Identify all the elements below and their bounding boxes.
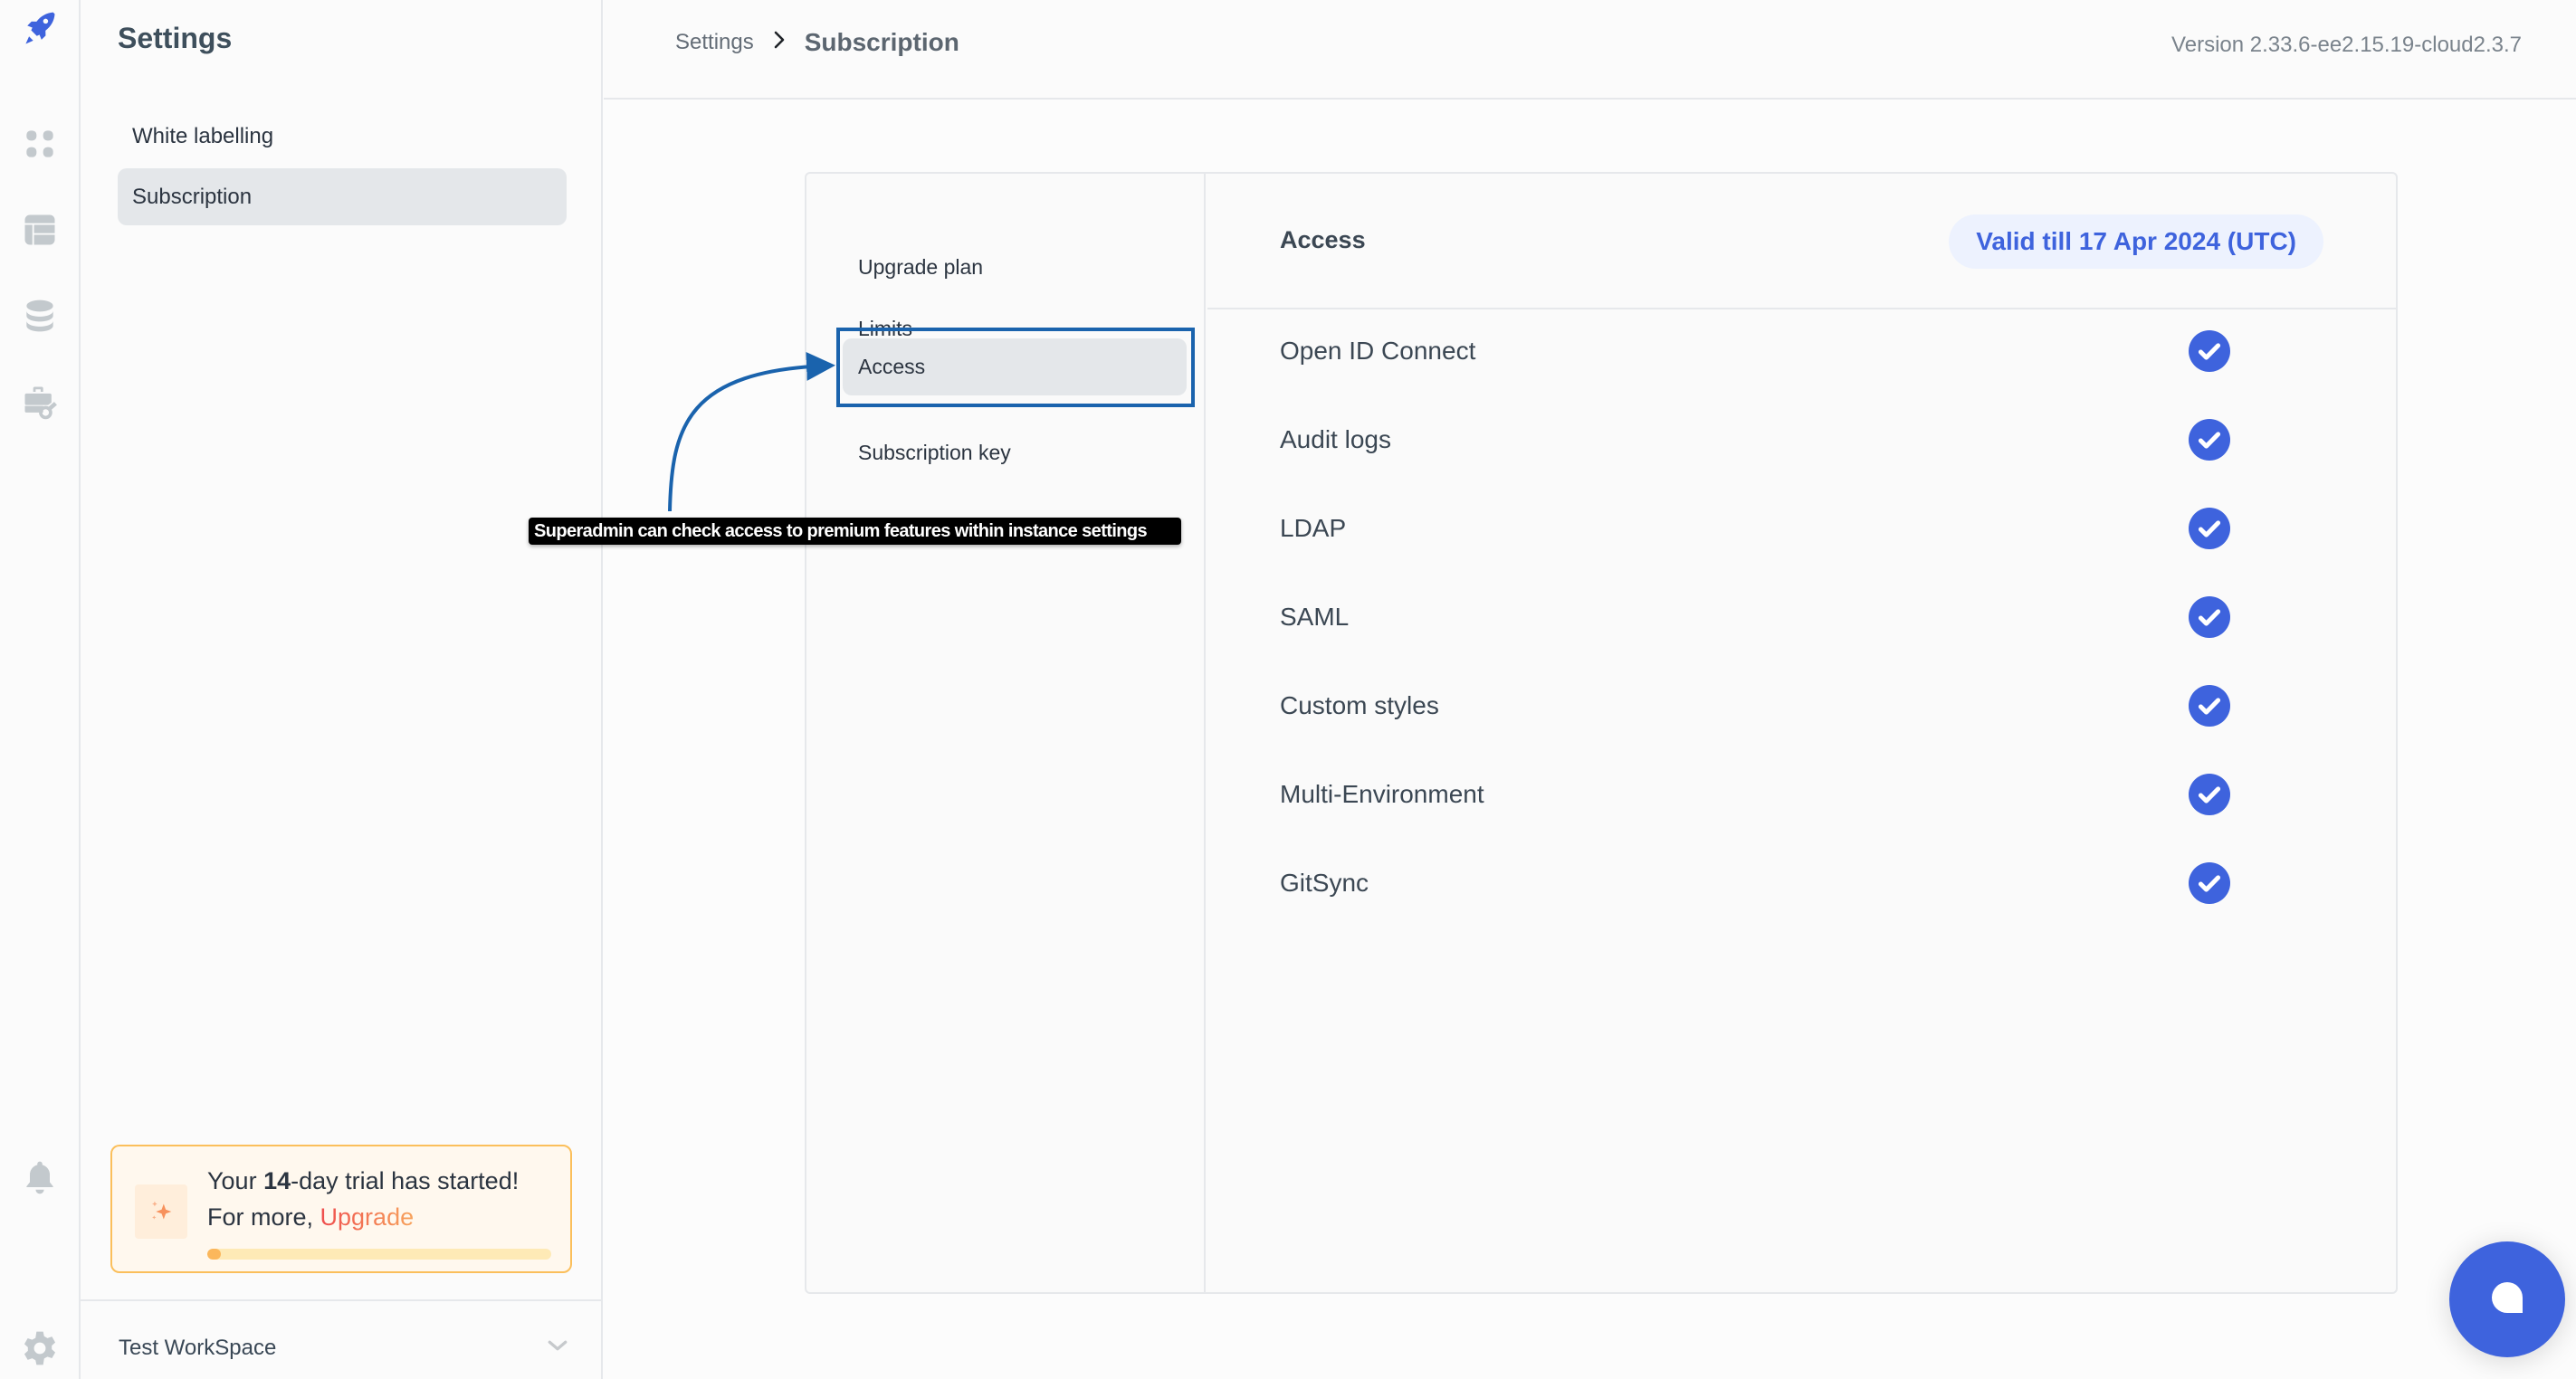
feature-row: Open ID Connect xyxy=(1280,324,2230,378)
trial-banner: Your 14-day trial has started! For more,… xyxy=(110,1145,572,1273)
check-circle-icon xyxy=(2189,330,2230,372)
version-label: Version 2.33.6-ee2.15.19-cloud2.3.7 xyxy=(2171,33,2522,57)
workspace-name: Test WorkSpace xyxy=(119,1336,277,1360)
trial-progress-bar xyxy=(207,1249,551,1260)
annotation-highlight-box xyxy=(836,328,1195,407)
trial-line2: For more, xyxy=(207,1203,320,1231)
feature-name: Custom styles xyxy=(1280,691,1439,719)
feature-row: SAML xyxy=(1280,590,2230,644)
icon-rail xyxy=(0,0,81,1379)
trial-days: 14 xyxy=(263,1167,291,1194)
chat-button[interactable] xyxy=(2449,1241,2565,1357)
trial-progress-fill xyxy=(207,1249,222,1260)
check-circle-icon xyxy=(2189,508,2230,549)
sidebar-item-white-labelling[interactable]: White labelling xyxy=(118,108,567,165)
feature-name: SAML xyxy=(1280,603,1350,631)
breadcrumb: Settings Subscription xyxy=(675,27,959,57)
subscription-subnav: Upgrade plan Limits Access Subscription … xyxy=(806,174,1206,1292)
settings-sidebar: Settings White labelling Subscription Yo… xyxy=(81,0,603,1379)
apps-grid-icon[interactable] xyxy=(18,122,62,166)
check-circle-icon xyxy=(2189,774,2230,815)
divider xyxy=(81,1299,603,1301)
sidebar-title: Settings xyxy=(118,22,233,54)
sparkles-icon xyxy=(135,1184,187,1239)
access-title: Access xyxy=(1280,226,1366,253)
trial-suffix: -day trial has started! xyxy=(291,1167,520,1194)
feature-row: Audit logs xyxy=(1280,413,2230,467)
workspace-selector[interactable]: Test WorkSpace xyxy=(119,1330,571,1366)
feature-row: LDAP xyxy=(1280,501,2230,556)
rocket-icon[interactable] xyxy=(18,7,62,51)
trial-prefix: Your xyxy=(207,1167,264,1194)
chevron-down-icon xyxy=(544,1332,571,1365)
check-circle-icon xyxy=(2189,862,2230,904)
trial-message: Your 14-day trial has started! For more,… xyxy=(207,1163,519,1235)
workflow-key-icon[interactable] xyxy=(18,380,62,423)
chat-bubble-icon xyxy=(2485,1276,2529,1324)
check-circle-icon xyxy=(2189,685,2230,727)
bell-icon[interactable] xyxy=(18,1156,62,1199)
sidebar-item-label: White labelling xyxy=(132,123,274,148)
database-icon[interactable] xyxy=(18,294,62,338)
gear-icon[interactable] xyxy=(18,1327,62,1370)
subnav-subscription-key[interactable]: Subscription key xyxy=(843,424,1187,481)
sidebar-item-label: Subscription xyxy=(132,184,253,209)
subnav-label: Upgrade plan xyxy=(858,255,984,279)
access-panel: Access Valid till 17 Apr 2024 (UTC) Open… xyxy=(1207,174,2396,1292)
feature-name: GitSync xyxy=(1280,869,1369,897)
breadcrumb-settings[interactable]: Settings xyxy=(675,30,754,55)
upgrade-link[interactable]: Upgrade xyxy=(320,1203,415,1231)
validity-badge: Valid till 17 Apr 2024 (UTC) xyxy=(1949,214,2323,269)
chevron-right-icon xyxy=(768,27,790,57)
sidebar-item-subscription[interactable]: Subscription xyxy=(118,168,567,225)
feature-name: LDAP xyxy=(1280,514,1347,542)
moon-icon[interactable] xyxy=(18,1241,62,1285)
feature-row: Custom styles xyxy=(1280,679,2230,733)
feature-name: Multi-Environment xyxy=(1280,780,1484,808)
check-circle-icon xyxy=(2189,596,2230,638)
subnav-upgrade-plan[interactable]: Upgrade plan xyxy=(843,239,1187,296)
page-header: Settings Subscription Version 2.33.6-ee2… xyxy=(604,0,2576,100)
feature-name: Open ID Connect xyxy=(1280,337,1476,365)
subscription-card: Upgrade plan Limits Access Subscription … xyxy=(805,172,2398,1294)
feature-name: Audit logs xyxy=(1280,425,1391,453)
annotation-tooltip: Superadmin can check access to premium f… xyxy=(529,518,1181,545)
feature-row: Multi-Environment xyxy=(1280,767,2230,822)
access-header: Access Valid till 17 Apr 2024 (UTC) xyxy=(1207,174,2396,309)
table-layout-icon[interactable] xyxy=(18,208,62,252)
check-circle-icon xyxy=(2189,419,2230,461)
subnav-label: Subscription key xyxy=(858,441,1011,464)
feature-row: GitSync xyxy=(1280,856,2230,910)
breadcrumb-current: Subscription xyxy=(804,27,959,56)
